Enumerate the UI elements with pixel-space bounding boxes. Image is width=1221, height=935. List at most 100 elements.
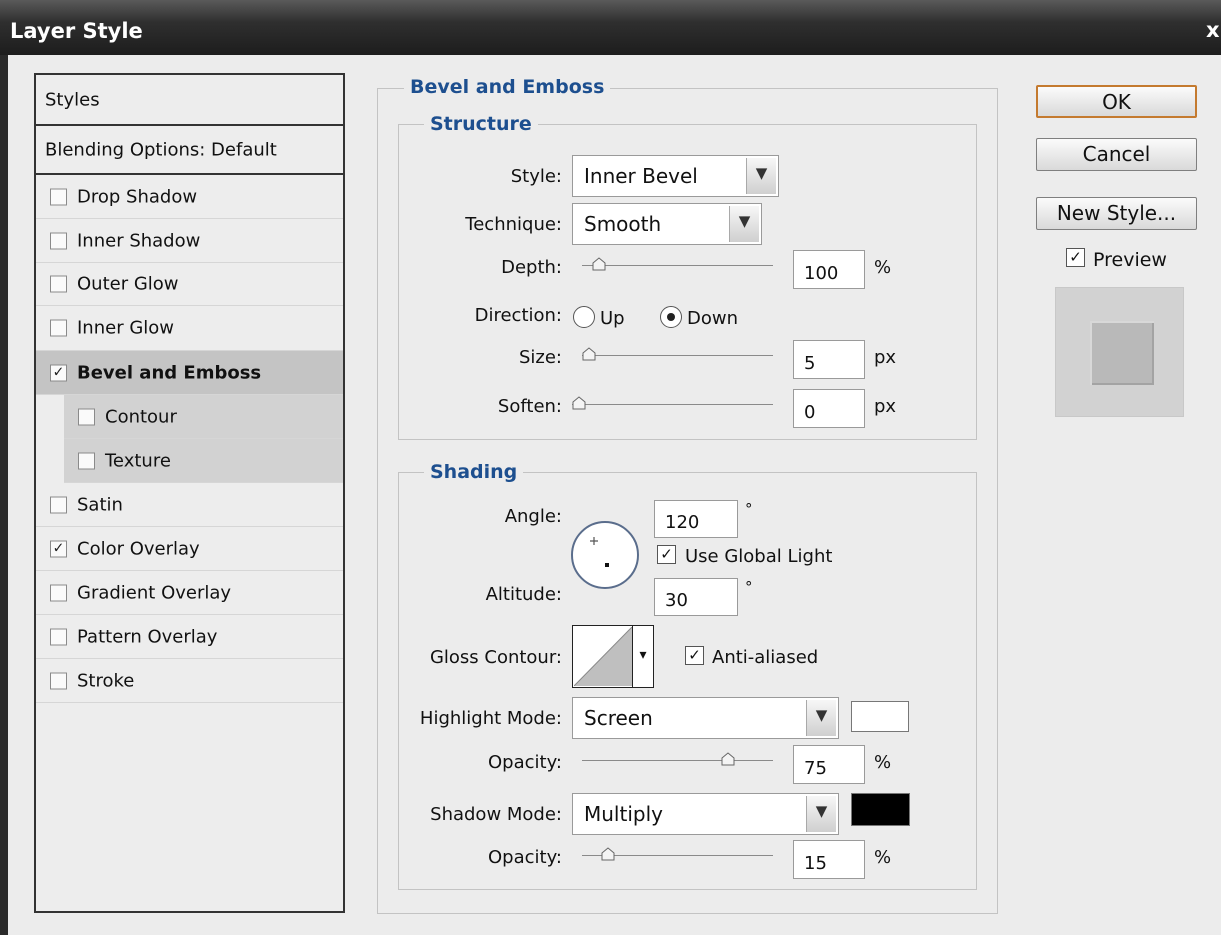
shading-title: Shading [424, 461, 524, 483]
altitude-input[interactable]: 30 [654, 578, 738, 616]
sidebar-item-contour[interactable]: Contour [64, 395, 343, 439]
altitude-label: Altitude: [485, 584, 562, 605]
sidebar-item-gradient-overlay[interactable]: Gradient Overlay [36, 571, 343, 615]
gradient-overlay-checkbox[interactable] [50, 584, 67, 601]
chevron-down-icon: ▼ [729, 206, 759, 242]
bevel-emboss-title: Bevel and Emboss [404, 76, 611, 98]
sidebar-item-inner-shadow[interactable]: Inner Shadow [36, 219, 343, 263]
sidebar-item-label: Contour [105, 406, 177, 427]
pattern-overlay-checkbox[interactable] [50, 628, 67, 645]
highlight-color-swatch[interactable] [851, 701, 909, 732]
new-style-button[interactable]: New Style... [1036, 197, 1197, 230]
gloss-contour-picker[interactable]: ▾ [572, 625, 654, 688]
stroke-checkbox[interactable] [50, 672, 67, 689]
shadow-opacity-thumb[interactable] [601, 847, 615, 861]
styles-list: Styles Blending Options: Default Drop Sh… [34, 73, 345, 913]
soften-unit: px [874, 396, 897, 417]
texture-checkbox[interactable] [78, 452, 95, 469]
sidebar-item-texture[interactable]: Texture [64, 439, 343, 483]
preview-thumbnail [1055, 287, 1184, 417]
sidebar-item-label: Pattern Overlay [77, 626, 218, 647]
sidebar-item-drop-shadow[interactable]: Drop Shadow [36, 175, 343, 219]
preview-label: Preview [1093, 249, 1167, 271]
highlight-opacity-thumb[interactable] [721, 752, 735, 766]
shadow-opacity-unit: % [874, 847, 892, 868]
satin-checkbox[interactable] [50, 496, 67, 513]
angle-dial[interactable] [570, 520, 640, 590]
style-label: Style: [510, 166, 562, 187]
highlight-mode-label: Highlight Mode: [419, 708, 562, 729]
inner-glow-checkbox[interactable] [50, 319, 67, 337]
shadow-color-swatch[interactable] [851, 793, 910, 826]
sidebar-item-stroke[interactable]: Stroke [36, 659, 343, 703]
highlight-opacity-input[interactable]: 75 [793, 745, 865, 784]
bevel-emboss-checkbox[interactable]: ✓ [50, 364, 67, 381]
shadow-mode-dropdown[interactable]: Multiply ▼ [572, 793, 839, 835]
title-bar: Layer Style x [0, 0, 1221, 55]
sidebar-item-inner-glow[interactable]: Inner Glow [36, 306, 343, 351]
altitude-degree-symbol: ° [745, 578, 753, 596]
window-frame [0, 55, 8, 935]
size-slider[interactable] [582, 355, 773, 356]
angle-input[interactable]: 120 [654, 500, 738, 538]
contour-preview-icon [574, 627, 632, 686]
sidebar-item-pattern-overlay[interactable]: Pattern Overlay [36, 615, 343, 659]
highlight-mode-dropdown[interactable]: Screen ▼ [572, 697, 839, 739]
style-dropdown[interactable]: Inner Bevel ▼ [572, 155, 779, 197]
depth-unit: % [874, 257, 892, 278]
depth-slider[interactable] [582, 265, 773, 266]
angle-degree-symbol: ° [745, 500, 753, 518]
direction-down-label: Down [687, 308, 739, 329]
depth-slider-thumb[interactable] [592, 257, 606, 271]
drop-shadow-checkbox[interactable] [50, 188, 67, 205]
shadow-mode-label: Shadow Mode: [430, 804, 562, 825]
direction-up-radio[interactable] [573, 306, 595, 328]
soften-slider-thumb[interactable] [572, 396, 586, 410]
anti-aliased-checkbox[interactable]: ✓ [685, 646, 704, 665]
outer-glow-checkbox[interactable] [50, 275, 67, 293]
size-input[interactable]: 5 [793, 340, 865, 379]
soften-input[interactable]: 0 [793, 389, 865, 428]
blending-options-label: Blending Options: Default [45, 139, 277, 160]
depth-input[interactable]: 100 [793, 250, 865, 289]
color-overlay-checkbox[interactable]: ✓ [50, 540, 67, 557]
highlight-opacity-slider[interactable] [582, 760, 773, 761]
styles-header[interactable]: Styles [36, 75, 343, 126]
depth-label: Depth: [501, 257, 562, 278]
preview-checkbox[interactable]: ✓ [1066, 248, 1085, 267]
cancel-button[interactable]: Cancel [1036, 138, 1197, 171]
blending-options-item[interactable]: Blending Options: Default [36, 126, 343, 175]
styles-header-label: Styles [45, 89, 100, 110]
sidebar-item-bevel-and-emboss[interactable]: ✓ Bevel and Emboss [36, 351, 343, 395]
direction-label: Direction: [474, 305, 562, 326]
contour-checkbox[interactable] [78, 408, 95, 425]
chevron-down-icon: ▾ [632, 626, 653, 687]
sidebar-item-label: Outer Glow [77, 273, 179, 295]
size-slider-thumb[interactable] [582, 347, 596, 361]
sidebar-item-label: Satin [77, 494, 123, 515]
sidebar-item-outer-glow[interactable]: Outer Glow [36, 263, 343, 306]
sidebar-item-color-overlay[interactable]: ✓ Color Overlay [36, 527, 343, 571]
sidebar-item-satin[interactable]: Satin [36, 483, 343, 527]
sidebar-item-label: Inner Glow [77, 317, 175, 339]
window-title: Layer Style [10, 19, 143, 43]
close-button[interactable]: x [1206, 18, 1220, 42]
direction-down-radio[interactable] [660, 306, 682, 328]
inner-shadow-checkbox[interactable] [50, 232, 67, 249]
use-global-light-label: Use Global Light [685, 546, 833, 567]
ok-button[interactable]: OK [1036, 85, 1197, 118]
sidebar-item-label: Bevel and Emboss [77, 362, 262, 383]
chevron-down-icon: ▼ [746, 158, 776, 194]
gloss-contour-label: Gloss Contour: [429, 647, 562, 668]
highlight-opacity-unit: % [874, 752, 892, 773]
soften-slider[interactable] [572, 404, 773, 405]
technique-dropdown[interactable]: Smooth ▼ [572, 203, 762, 245]
shadow-opacity-input[interactable]: 15 [793, 840, 865, 879]
size-unit: px [874, 347, 897, 368]
use-global-light-checkbox[interactable]: ✓ [657, 545, 676, 564]
sidebar-item-label: Stroke [77, 670, 135, 691]
preview-swatch [1090, 321, 1154, 385]
technique-label: Technique: [465, 214, 562, 235]
highlight-mode-value: Screen [584, 706, 653, 730]
sidebar-item-label: Color Overlay [77, 538, 200, 559]
